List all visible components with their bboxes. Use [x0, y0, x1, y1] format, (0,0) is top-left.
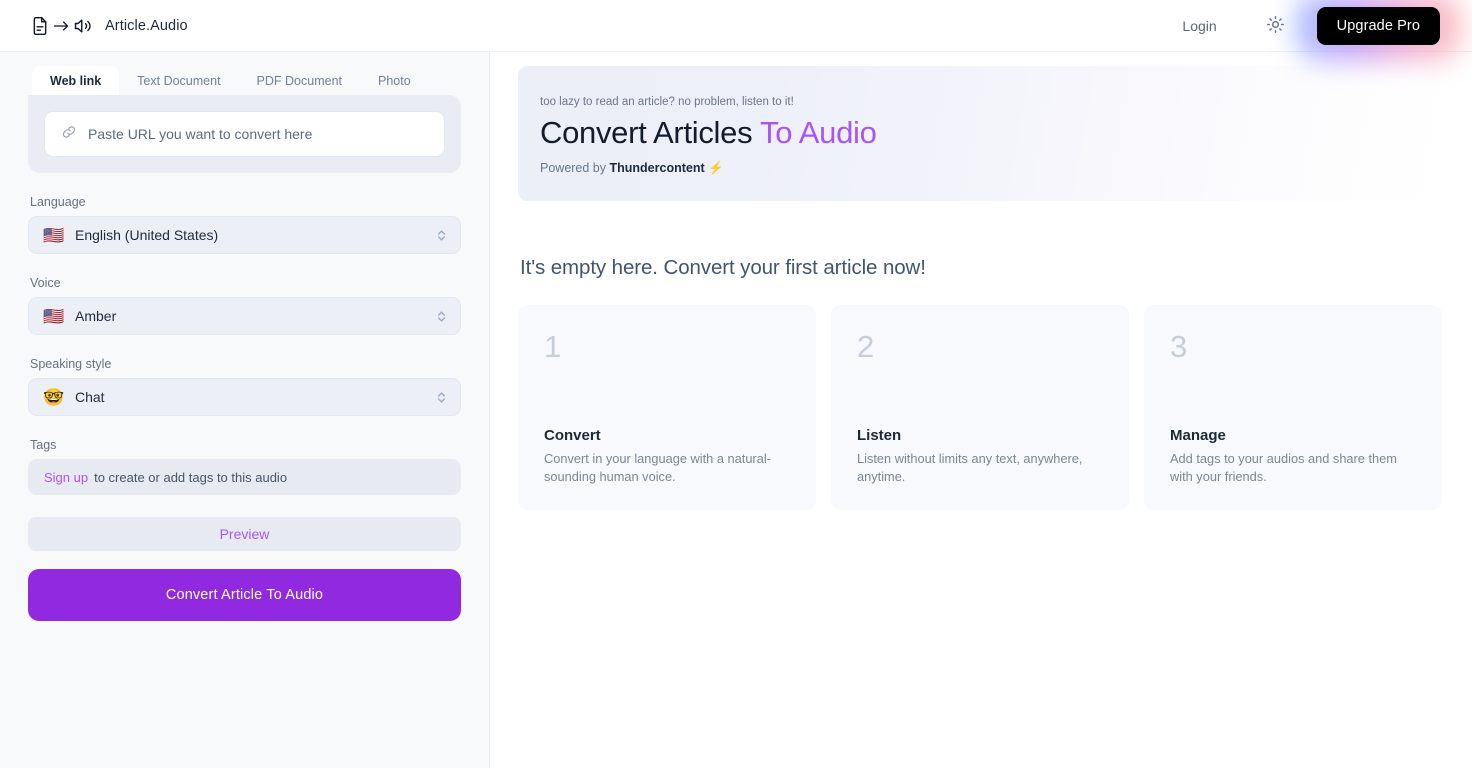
chevron-up-down-icon — [435, 227, 448, 244]
page-layout: Web link Text Document PDF Document Phot… — [0, 52, 1472, 768]
app-header: Article.Audio Login Upgrade Pro — [0, 0, 1472, 52]
voice-select[interactable]: 🇺🇸 Amber — [28, 297, 461, 335]
card-title: Manage — [1170, 427, 1416, 444]
chevron-up-down-icon — [435, 389, 448, 406]
card-title: Listen — [857, 427, 1103, 444]
nerd-face-icon: 🤓 — [43, 389, 63, 406]
flag-icon-us: 🇺🇸 — [43, 308, 63, 325]
card-number: 1 — [544, 331, 790, 362]
hero-title-main: Convert Articles — [540, 115, 752, 150]
powered-brand: Thundercontent — [610, 161, 705, 175]
onboarding-cards: 1 Convert Convert in your language with … — [518, 305, 1442, 510]
tab-photo[interactable]: Photo — [360, 66, 429, 95]
card-number: 2 — [857, 331, 1103, 362]
url-input-placeholder: Paste URL you want to convert here — [88, 126, 312, 142]
voice-value: Amber — [75, 308, 423, 324]
source-input-panel: Paste URL you want to convert here — [28, 95, 461, 173]
tab-text-document[interactable]: Text Document — [119, 66, 238, 95]
language-select[interactable]: 🇺🇸 English (United States) — [28, 216, 461, 254]
speaking-style-value: Chat — [75, 389, 423, 405]
header-actions: Login Upgrade Pro — [1162, 7, 1440, 45]
tab-web-link[interactable]: Web link — [32, 66, 119, 95]
language-value: English (United States) — [75, 227, 423, 243]
hero-banner: too lazy to read an article? no problem,… — [518, 66, 1442, 201]
language-label: Language — [30, 195, 461, 209]
card-body: Manage Add tags to your audios and share… — [1170, 427, 1416, 486]
sun-icon — [1266, 15, 1285, 37]
main-content: too lazy to read an article? no problem,… — [490, 52, 1472, 768]
card-title: Convert — [544, 427, 790, 444]
card-body: Convert Convert in your language with a … — [544, 427, 790, 486]
tab-pdf-document[interactable]: PDF Document — [239, 66, 360, 95]
tags-hint: to create or add tags to this audio — [94, 470, 287, 485]
upgrade-pro-wrapper: Upgrade Pro — [1317, 7, 1440, 45]
document-to-speaker-icon — [30, 16, 93, 36]
login-link[interactable]: Login — [1162, 10, 1236, 42]
voice-label: Voice — [30, 276, 461, 290]
hero-powered-by: Powered by Thundercontent ⚡ — [540, 161, 1442, 176]
hero-title: Convert Articles To Audio — [540, 115, 1442, 151]
theme-toggle-button[interactable] — [1259, 9, 1293, 43]
source-type-tabs: Web link Text Document PDF Document Phot… — [28, 66, 461, 95]
tags-label: Tags — [30, 438, 461, 452]
brand-name: Article.Audio — [105, 18, 188, 34]
chevron-up-down-icon — [435, 308, 448, 325]
tags-box: Sign up to create or add tags to this au… — [28, 459, 461, 495]
brand[interactable]: Article.Audio — [30, 16, 188, 36]
card-listen: 2 Listen Listen without limits any text,… — [831, 305, 1129, 510]
upgrade-pro-button[interactable]: Upgrade Pro — [1317, 7, 1440, 45]
card-description: Convert in your language with a natural-… — [544, 450, 789, 486]
hero-kicker: too lazy to read an article? no problem,… — [540, 96, 1442, 108]
powered-prefix: Powered by — [540, 161, 606, 175]
flag-icon-us: 🇺🇸 — [43, 227, 63, 244]
link-icon — [61, 124, 77, 145]
converter-sidebar: Web link Text Document PDF Document Phot… — [0, 52, 490, 768]
convert-article-button[interactable]: Convert Article To Audio — [28, 569, 461, 621]
signup-link[interactable]: Sign up — [44, 470, 88, 485]
hero-title-accent: To Audio — [760, 115, 877, 150]
speaking-style-select[interactable]: 🤓 Chat — [28, 378, 461, 416]
url-input[interactable]: Paste URL you want to convert here — [44, 111, 445, 157]
preview-button[interactable]: Preview — [28, 517, 461, 551]
card-description: Add tags to your audios and share them w… — [1170, 450, 1415, 486]
speaking-style-label: Speaking style — [30, 357, 461, 371]
empty-state-heading: It's empty here. Convert your first arti… — [520, 256, 1442, 280]
card-number: 3 — [1170, 331, 1416, 362]
card-body: Listen Listen without limits any text, a… — [857, 427, 1103, 486]
lightning-icon: ⚡ — [708, 161, 724, 175]
card-manage: 3 Manage Add tags to your audios and sha… — [1144, 305, 1442, 510]
card-description: Listen without limits any text, anywhere… — [857, 450, 1102, 486]
card-convert: 1 Convert Convert in your language with … — [518, 305, 816, 510]
